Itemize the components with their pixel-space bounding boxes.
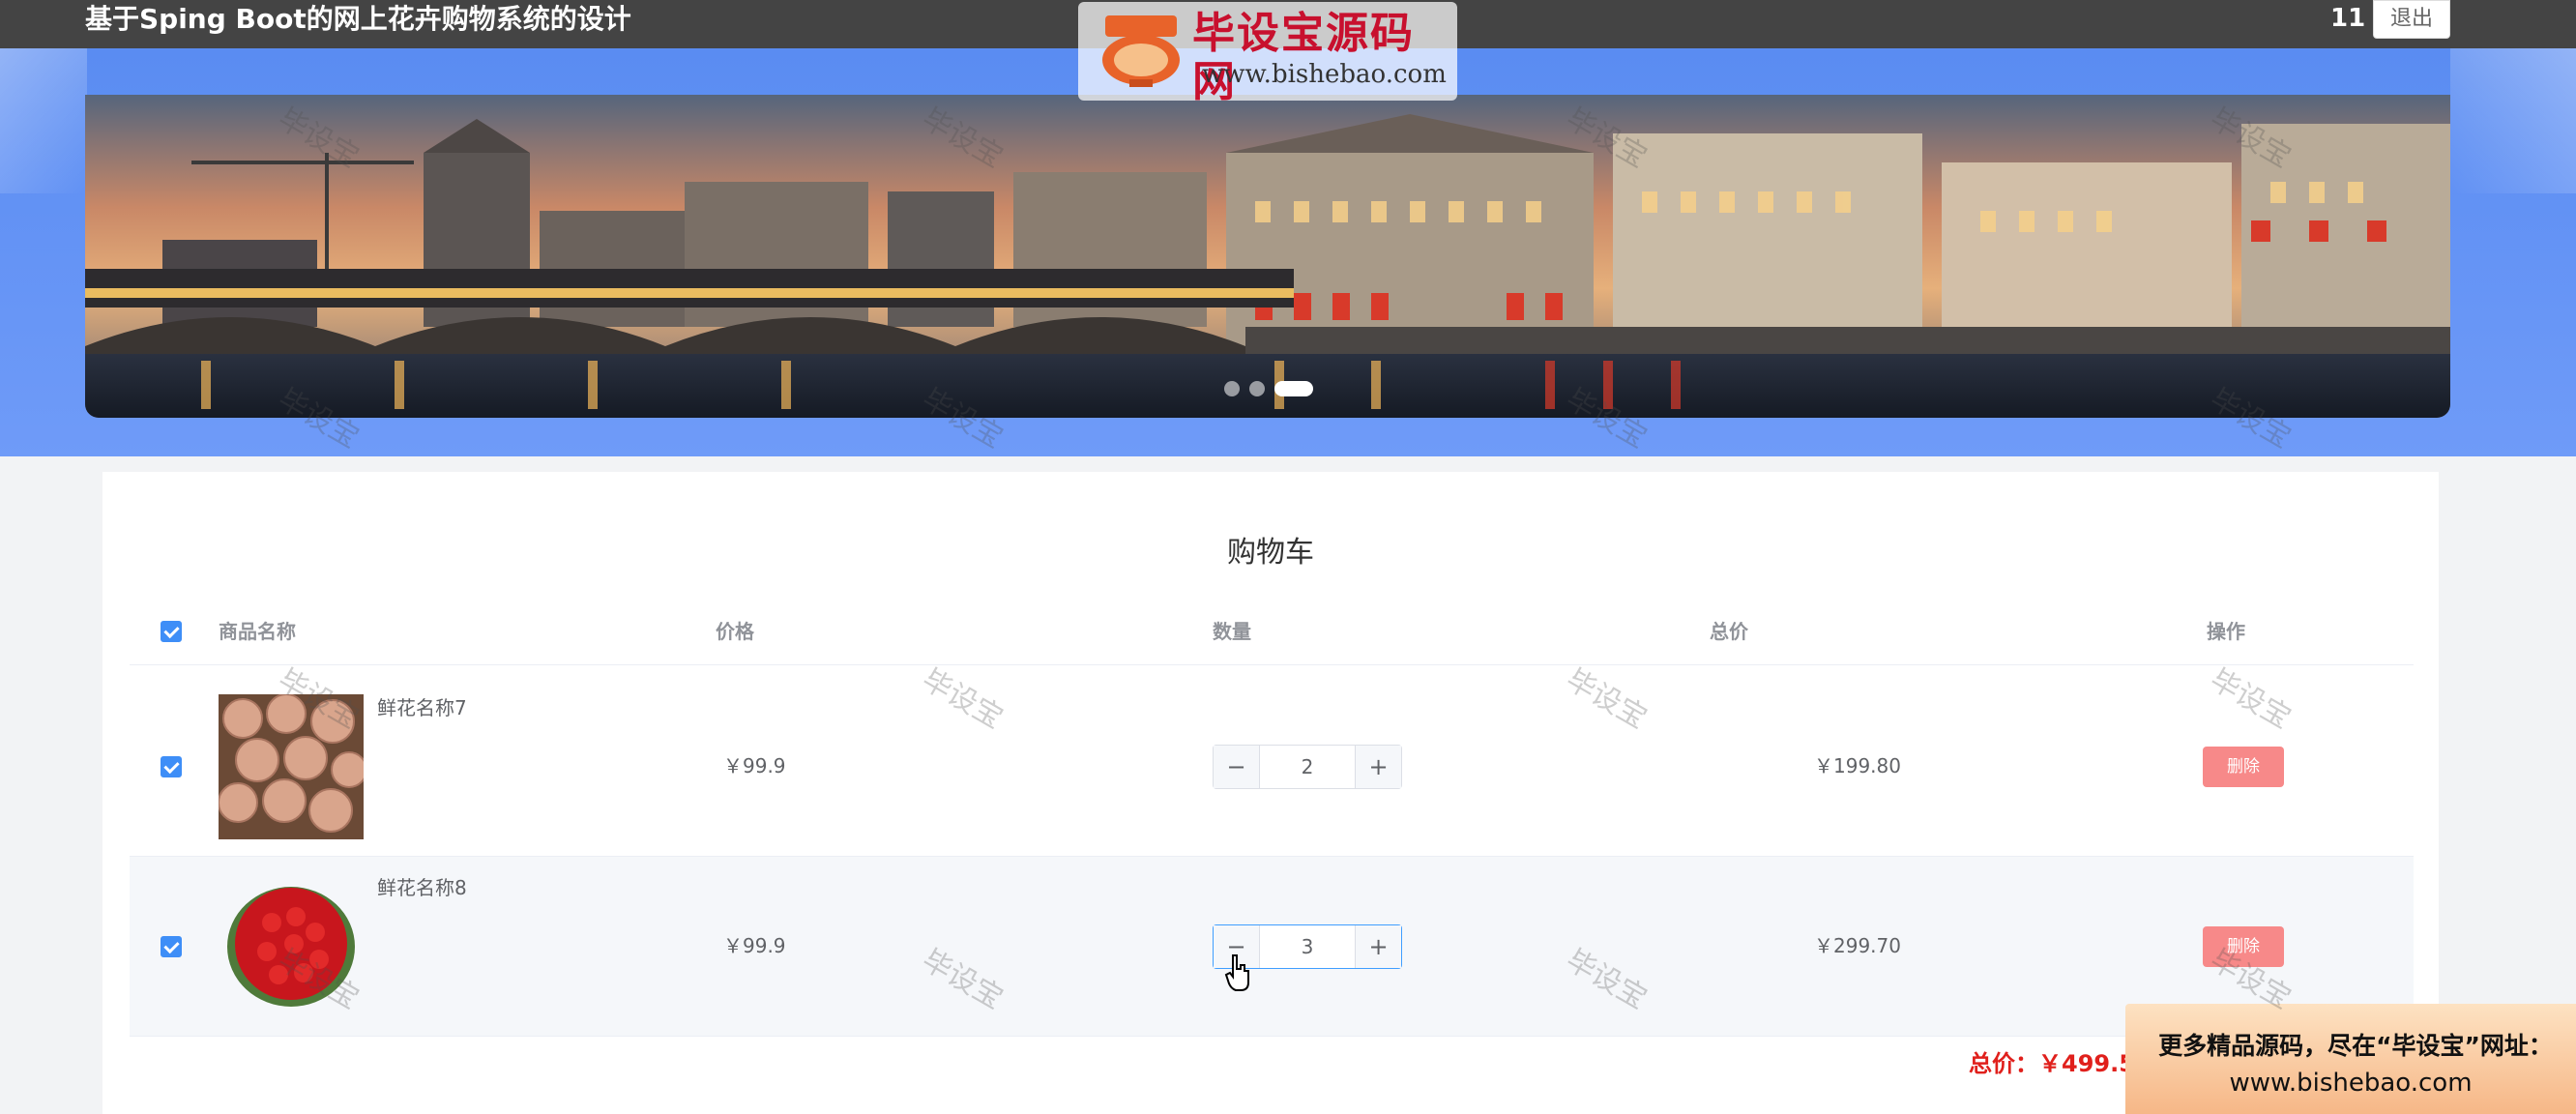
carousel-dot[interactable] (1224, 381, 1240, 396)
product-name[interactable]: 鲜花名称8 (377, 874, 467, 901)
user-name[interactable]: 11 (2330, 2, 2365, 35)
column-header-name: 商品名称 (219, 620, 296, 643)
row-total: ￥299.70 (1814, 934, 1901, 957)
quantity-input[interactable]: 2 (1260, 746, 1355, 788)
watermark-url: www.bishebao.com (1202, 60, 1447, 89)
column-header-total: 总价 (1710, 620, 1748, 643)
promo-box: 更多精品源码，尽在“毕设宝”网址： www.bishebao.com (2125, 1004, 2576, 1114)
watermark-title: 毕设宝源码网 (1192, 9, 1415, 106)
decoration-left (0, 48, 87, 193)
promo-url: www.bishebao.com (2229, 1069, 2473, 1098)
row-checkbox[interactable] (161, 756, 182, 777)
column-header-price: 价格 (716, 620, 754, 643)
product-price: ￥99.9 (723, 934, 786, 957)
cart-sum: 总价：￥499.50 (1969, 1050, 2152, 1077)
row-total: ￥199.80 (1814, 754, 1901, 777)
quantity-input[interactable]: 3 (1260, 925, 1355, 968)
increase-button[interactable]: + (1355, 746, 1401, 788)
quantity-stepper: − 2 + (1213, 745, 1402, 789)
carousel-dot-active[interactable] (1274, 381, 1313, 396)
watermark-logo: 毕设宝源码网 www.bishebao.com (1078, 2, 1457, 106)
product-price: ￥99.9 (723, 754, 786, 777)
select-all-checkbox[interactable] (161, 621, 182, 642)
hand-cursor-icon (1224, 954, 1249, 991)
bishebao-logo-icon (1102, 15, 1180, 87)
promo-text: 更多精品源码，尽在“毕设宝”网址： (2158, 1032, 2553, 1060)
cart-title: 购物车 (1227, 536, 1314, 570)
cart-row: 鲜花名称8 ￥99.9 − 3 + ￥299.70 删除 (130, 857, 2414, 1037)
delete-button[interactable]: 删除 (2203, 747, 2284, 787)
cart-panel: 购物车 商品名称 价格 数量 总价 操作 鲜花名称7 ￥99.9 − 2 + ￥… (102, 472, 2439, 1114)
decoration-right (2450, 48, 2576, 193)
banner-section (0, 48, 2576, 456)
cart-row: 鲜花名称7 ￥99.9 − 2 + ￥199.80 删除 (130, 677, 2414, 857)
column-header-quantity: 数量 (1213, 620, 1251, 643)
logout-button[interactable]: 退出 (2373, 0, 2450, 39)
banner-carousel[interactable] (85, 95, 2450, 418)
row-checkbox[interactable] (161, 936, 182, 957)
banner-image (85, 95, 2450, 418)
decrease-button[interactable]: − (1214, 746, 1260, 788)
carousel-dot[interactable] (1249, 381, 1265, 396)
carousel-indicators (1224, 377, 1313, 400)
column-header-actions: 操作 (2207, 620, 2245, 643)
product-name[interactable]: 鲜花名称7 (377, 694, 467, 721)
increase-button[interactable]: + (1355, 925, 1401, 968)
cart-table-header: 商品名称 价格 数量 总价 操作 (130, 617, 2414, 665)
site-title: 基于Sping Boot的网上花卉购物系统的设计 (85, 3, 631, 35)
